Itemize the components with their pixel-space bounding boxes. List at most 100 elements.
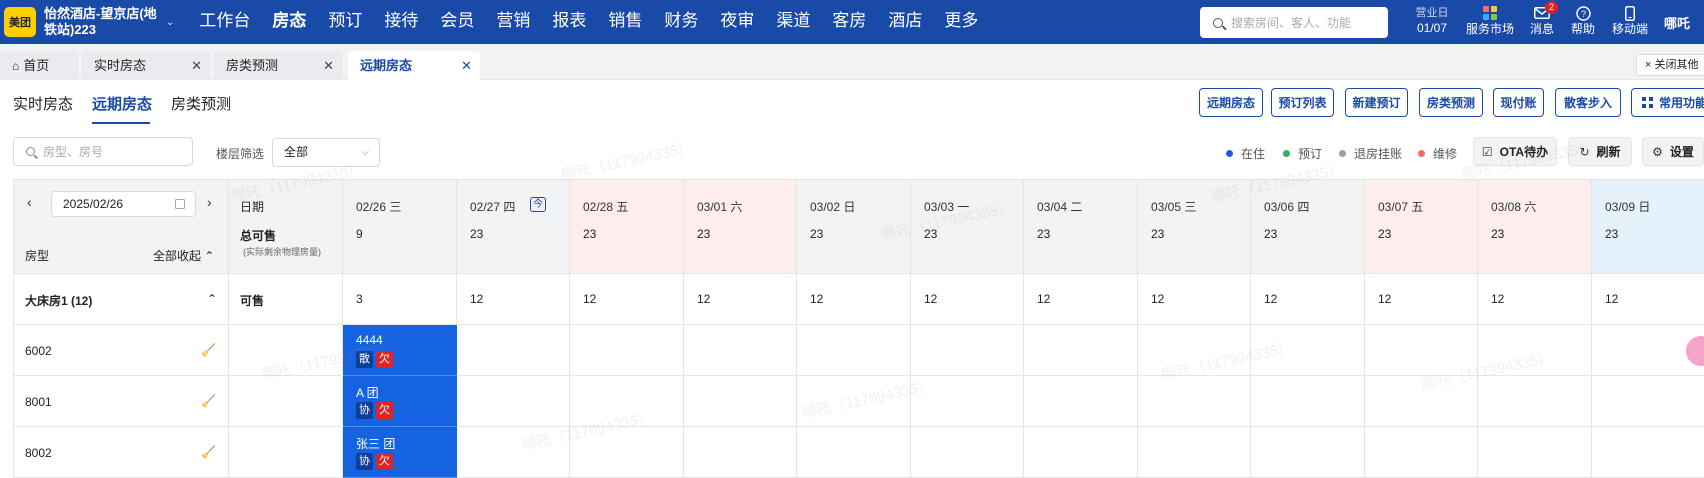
service-market-label: 服务市场	[1465, 22, 1514, 36]
close-icon[interactable]: ✕	[191, 51, 202, 80]
room-date-cell[interactable]	[684, 325, 797, 376]
prev-date-icon[interactable]: ‹	[27, 194, 32, 210]
room-date-cell[interactable]	[1138, 325, 1251, 376]
menu-item-reservation[interactable]: 预订	[317, 0, 373, 44]
cash-account-button[interactable]: 现付账	[1493, 88, 1544, 117]
room-search-input[interactable]	[43, 144, 183, 159]
refresh-button[interactable]: ↻ 刷新	[1568, 137, 1632, 166]
global-search[interactable]	[1200, 7, 1388, 38]
room-date-cell[interactable]	[797, 427, 911, 478]
menu-item-sales[interactable]: 销售	[597, 0, 653, 44]
reservation-list-button[interactable]: 预订列表	[1271, 88, 1334, 117]
room-date-cell[interactable]	[1138, 376, 1251, 427]
room-date-cell[interactable]	[1365, 427, 1478, 478]
new-reservation-button[interactable]: 新建预订	[1345, 88, 1408, 117]
close-icon[interactable]: ✕	[323, 51, 334, 80]
room-date-cell[interactable]	[457, 427, 570, 478]
room-date-cell[interactable]	[570, 376, 684, 427]
room-date-cell[interactable]	[1478, 427, 1592, 478]
room-date-cell[interactable]	[1251, 325, 1365, 376]
mobile-button[interactable]: 移动端	[1609, 4, 1651, 36]
service-market-button[interactable]: 服务市场	[1462, 4, 1518, 36]
tab-home[interactable]: ⌂ 首页	[0, 51, 78, 80]
room-date-cell[interactable]	[457, 325, 570, 376]
date-picker[interactable]: 2025/02/26	[51, 191, 196, 217]
legend-label: 维修	[1433, 147, 1458, 161]
menu-item-hotel[interactable]: 酒店	[877, 0, 933, 44]
room-date-cell[interactable]	[1592, 376, 1704, 427]
room-date-cell[interactable]	[911, 376, 1024, 427]
room-date-cell[interactable]	[1024, 325, 1138, 376]
room-date-cell[interactable]	[1024, 427, 1138, 478]
room-date-cell[interactable]	[1024, 376, 1138, 427]
menu-item-more[interactable]: 更多	[933, 0, 989, 44]
collapse-all-button[interactable]: 全部收起 ⌃	[153, 247, 214, 264]
category-row-header[interactable]: 大床房1 (12) ⌃	[13, 274, 229, 325]
subtab-room-forecast[interactable]: 房类预测	[171, 93, 231, 114]
global-search-input[interactable]	[1231, 15, 1381, 30]
menu-item-reports[interactable]: 报表	[541, 0, 597, 44]
tab-realtime-status[interactable]: 实时房态 ✕	[82, 51, 210, 80]
user-menu[interactable]: 哪吒	[1664, 13, 1690, 32]
room-forecast-button[interactable]: 房类预测	[1419, 88, 1483, 117]
room-date-cell[interactable]	[570, 325, 684, 376]
room-date-cell[interactable]	[457, 376, 570, 427]
walk-in-button[interactable]: 散客步入	[1555, 88, 1621, 117]
ota-todo-button[interactable]: ☑ OTA待办	[1473, 137, 1557, 166]
booking-block[interactable]: A 团协欠	[343, 376, 457, 427]
floor-filter-select[interactable]: 全部 ⌵	[272, 138, 380, 167]
booking-block[interactable]: 4444 散欠	[343, 325, 457, 376]
subtab-realtime-status[interactable]: 实时房态	[13, 93, 73, 114]
room-date-cell[interactable]	[684, 376, 797, 427]
broom-icon[interactable]: 🧹	[201, 394, 216, 408]
broom-icon[interactable]: 🧹	[201, 343, 216, 357]
room-date-cell[interactable]	[797, 376, 911, 427]
room-date-cell[interactable]	[1251, 427, 1365, 478]
menu-item-marketing[interactable]: 营销	[485, 0, 541, 44]
booking-block[interactable]: 张三 团协欠	[343, 427, 457, 478]
chevron-up-icon[interactable]: ⌃	[207, 292, 217, 306]
room-date-cell[interactable]	[1365, 325, 1478, 376]
room-row-header[interactable]: 6002 🧹	[13, 325, 229, 376]
menu-item-night-audit[interactable]: 夜审	[709, 0, 765, 44]
menu-item-member[interactable]: 会员	[429, 0, 485, 44]
next-date-icon[interactable]: ›	[207, 194, 212, 210]
settings-button[interactable]: ⚙ 设置	[1642, 137, 1704, 166]
help-button[interactable]: ? 帮助	[1569, 4, 1597, 36]
room-date-cell[interactable]	[1592, 427, 1704, 478]
menu-item-finance[interactable]: 财务	[653, 0, 709, 44]
booking-type-tag: 协	[356, 402, 373, 419]
close-others-button[interactable]: × 关闭其他	[1636, 54, 1704, 76]
hotel-switcher[interactable]: 怡然酒店-望京店(地铁站)223	[44, 6, 162, 38]
common-functions-button[interactable]: 常用功能	[1631, 88, 1704, 117]
tab-future-status[interactable]: 远期房态 ✕	[348, 51, 480, 80]
menu-item-housekeeping[interactable]: 客房	[821, 0, 877, 44]
menu-item-channel[interactable]: 渠道	[765, 0, 821, 44]
broom-icon[interactable]: 🧹	[201, 445, 216, 459]
room-row-header[interactable]: 8001 🧹	[13, 376, 229, 427]
room-date-cell[interactable]	[1478, 325, 1592, 376]
room-date-cell[interactable]	[684, 427, 797, 478]
room-row-header[interactable]: 8002 🧹	[13, 427, 229, 478]
subtab-future-status[interactable]: 远期房态	[92, 93, 152, 114]
close-icon[interactable]: ✕	[461, 51, 472, 80]
room-date-cell[interactable]	[1478, 376, 1592, 427]
tab-room-forecast[interactable]: 房类预测 ✕	[214, 51, 342, 80]
room-date-cell[interactable]	[797, 325, 911, 376]
menu-item-workbench[interactable]: 工作台	[188, 0, 261, 44]
room-date-cell[interactable]	[570, 427, 684, 478]
messages-button[interactable]: 2 消息	[1528, 1, 1558, 36]
room-date-cell[interactable]	[1251, 376, 1365, 427]
room-date-cell[interactable]	[911, 325, 1024, 376]
home-icon: ⌂	[12, 59, 20, 73]
menu-item-room-status[interactable]: 房态	[261, 0, 317, 44]
chevron-down-icon[interactable]: ⌄	[166, 17, 174, 28]
room-search[interactable]	[13, 137, 193, 166]
mobile-icon	[1609, 4, 1651, 22]
future-status-button[interactable]: 远期房态	[1199, 88, 1263, 117]
room-number: 6002	[25, 344, 52, 358]
room-date-cell[interactable]	[911, 427, 1024, 478]
menu-item-reception[interactable]: 接待	[373, 0, 429, 44]
room-date-cell[interactable]	[1365, 376, 1478, 427]
room-date-cell[interactable]	[1138, 427, 1251, 478]
